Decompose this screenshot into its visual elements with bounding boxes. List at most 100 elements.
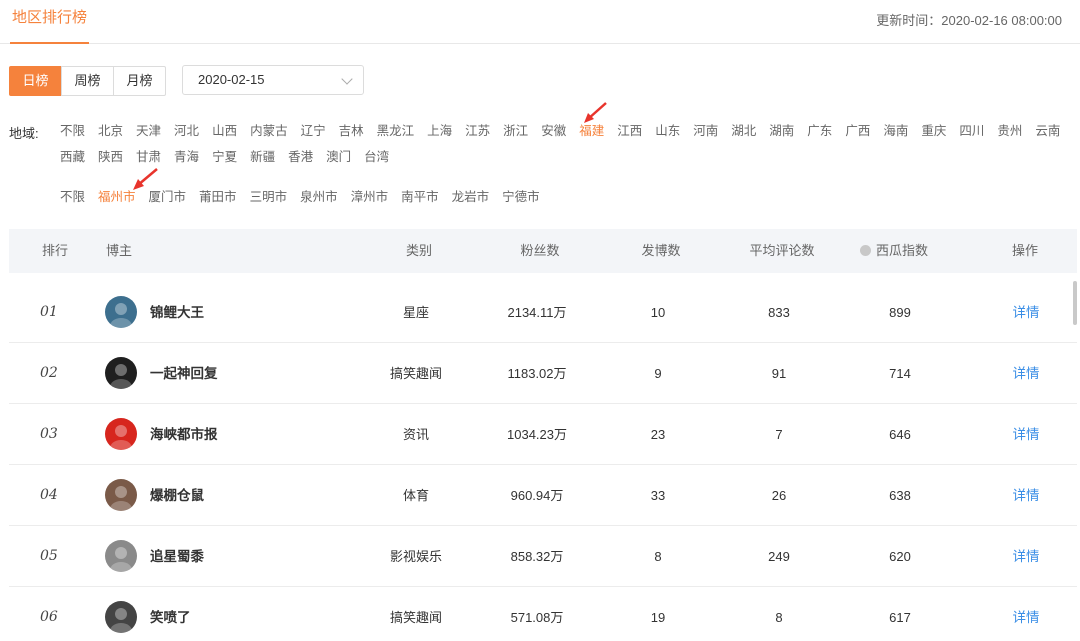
detail-link[interactable]: 详情	[1013, 282, 1040, 343]
province-item[interactable]: 湖北	[731, 123, 756, 139]
blogger-name[interactable]: 锦鲤大王	[150, 282, 204, 343]
category-cell: 影视娱乐	[389, 549, 443, 564]
avg-comments-cell: 8	[775, 610, 783, 625]
fans-cell: 1183.02万	[507, 366, 567, 381]
header-avg-comments: 平均评论数	[749, 243, 815, 258]
province-item[interactable]: 甘肃	[136, 149, 161, 165]
province-item[interactable]: 海南	[883, 123, 908, 139]
table-row: 02 一起神回复 搞笑趣闻 1183.02万 9 91 714 详情	[9, 343, 1077, 404]
fans-cell: 858.32万	[510, 549, 564, 564]
province-item[interactable]: 山西	[212, 123, 237, 139]
province-item[interactable]: 浙江	[503, 123, 528, 139]
province-item[interactable]: 陕西	[98, 149, 123, 165]
province-item[interactable]: 台湾	[364, 149, 389, 165]
avatar[interactable]	[105, 540, 137, 572]
province-item[interactable]: 江苏	[465, 123, 490, 139]
province-item[interactable]: 重庆	[921, 123, 946, 139]
period-daily-button[interactable]: 日榜	[9, 66, 62, 96]
arrow-pointer-icon	[584, 102, 607, 123]
posts-cell: 9	[654, 366, 662, 381]
province-item[interactable]: 辽宁	[301, 123, 326, 139]
avatar[interactable]	[105, 601, 137, 633]
scrollbar[interactable]	[1073, 281, 1077, 325]
province-item[interactable]: 广东	[807, 123, 832, 139]
province-item[interactable]: 吉林	[339, 123, 364, 139]
city-item[interactable]: 莆田市	[199, 189, 237, 205]
province-item[interactable]: 澳门	[326, 149, 351, 165]
city-item[interactable]: 漳州市	[351, 189, 389, 205]
province-item[interactable]: 河南	[693, 123, 718, 139]
province-item[interactable]: 香港	[288, 149, 313, 165]
province-item[interactable]: 贵州	[997, 123, 1022, 139]
tab-region-ranking[interactable]: 地区排行榜	[10, 0, 90, 44]
city-item[interactable]: 三明市	[250, 189, 288, 205]
province-item[interactable]: 内蒙古	[250, 123, 288, 139]
category-cell: 体育	[402, 488, 430, 503]
period-toggle-group: 日榜 周榜 月榜	[9, 66, 166, 96]
detail-link[interactable]: 详情	[1013, 404, 1040, 465]
province-item[interactable]: 广西	[845, 123, 870, 139]
header-fans: 粉丝数	[520, 243, 560, 258]
arrow-pointer-icon	[133, 168, 158, 190]
table-row: 05 追星蜀黍 影视娱乐 858.32万 8 249 620 详情	[9, 526, 1077, 587]
detail-link[interactable]: 详情	[1013, 343, 1040, 404]
province-item[interactable]: 不限	[60, 123, 85, 139]
fans-cell: 2134.11万	[507, 305, 567, 320]
province-list-row2: 西藏 陕西 甘肃 青海 宁夏 新疆 香港 澳门 台湾	[60, 149, 402, 165]
blogger-name[interactable]: 笑喷了	[150, 587, 191, 641]
blogger-name[interactable]: 追星蜀黍	[150, 526, 204, 587]
province-item[interactable]: 黑龙江	[377, 123, 415, 139]
province-item[interactable]: 新疆	[250, 149, 275, 165]
period-monthly-button[interactable]: 月榜	[113, 66, 166, 96]
date-picker[interactable]: 2020-02-15	[182, 65, 364, 95]
xigua-index-cell: 646	[889, 427, 911, 442]
xigua-index-cell: 620	[889, 549, 911, 564]
fans-cell: 1034.23万	[507, 427, 567, 442]
province-item[interactable]: 湖南	[769, 123, 794, 139]
province-item[interactable]: 福建	[579, 123, 604, 139]
rank-cell: 02	[40, 365, 58, 381]
detail-link[interactable]: 详情	[1013, 526, 1040, 587]
header-action: 操作	[1011, 243, 1039, 258]
blogger-name[interactable]: 海峡都市报	[150, 404, 218, 465]
city-item[interactable]: 南平市	[401, 189, 439, 205]
avatar[interactable]	[105, 479, 137, 511]
detail-link[interactable]: 详情	[1013, 465, 1040, 526]
province-item[interactable]: 上海	[427, 123, 452, 139]
avg-comments-cell: 26	[771, 488, 787, 503]
blogger-name[interactable]: 一起神回复	[150, 343, 218, 404]
top-bar: 地区排行榜 更新时间：2020-02-16 08:00:00	[0, 0, 1080, 44]
province-item[interactable]: 西藏	[60, 149, 85, 165]
province-item[interactable]: 宁夏	[212, 149, 237, 165]
category-cell: 搞笑趣闻	[389, 610, 443, 625]
table-row: 04 爆棚仓鼠 体育 960.94万 33 26 638 详情	[9, 465, 1077, 526]
city-item[interactable]: 泉州市	[300, 189, 338, 205]
category-cell: 搞笑趣闻	[389, 366, 443, 381]
posts-cell: 23	[650, 427, 666, 442]
province-item[interactable]: 北京	[98, 123, 123, 139]
province-item[interactable]: 云南	[1035, 123, 1060, 139]
region-label: 地域:	[9, 126, 39, 141]
province-list-row1: 不限 北京 天津 河北 山西 内蒙古 辽宁 吉林 黑龙江 上海 江苏 浙江 安徽 福建 江西 山东 河南 湖北 湖南…	[60, 123, 1073, 139]
avg-comments-cell: 249	[768, 549, 790, 564]
city-item[interactable]: 不限	[60, 189, 85, 205]
province-item[interactable]: 天津	[136, 123, 161, 139]
avatar[interactable]	[105, 418, 137, 450]
province-item[interactable]: 四川	[959, 123, 984, 139]
province-item[interactable]: 安徽	[541, 123, 566, 139]
posts-cell: 8	[654, 549, 662, 564]
province-item[interactable]: 青海	[174, 149, 199, 165]
avatar[interactable]	[105, 357, 137, 389]
detail-link[interactable]: 详情	[1013, 587, 1040, 641]
blogger-name[interactable]: 爆棚仓鼠	[150, 465, 204, 526]
province-item[interactable]: 河北	[174, 123, 199, 139]
rank-cell: 04	[40, 487, 58, 503]
header-xigua-index: 西瓜指数	[859, 229, 928, 273]
period-weekly-button[interactable]: 周榜	[61, 66, 114, 96]
coin-icon	[859, 245, 871, 256]
province-item[interactable]: 江西	[617, 123, 642, 139]
city-item[interactable]: 宁德市	[502, 189, 540, 205]
province-item[interactable]: 山东	[655, 123, 680, 139]
city-item[interactable]: 龙岩市	[452, 189, 490, 205]
avatar[interactable]	[105, 296, 137, 328]
